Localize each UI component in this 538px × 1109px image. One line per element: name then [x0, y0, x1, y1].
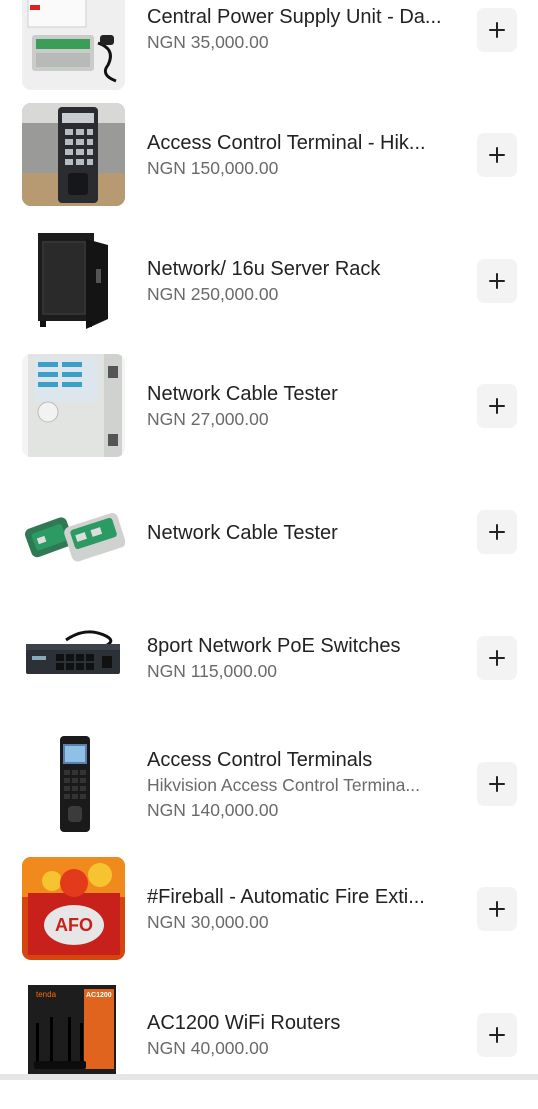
list-item[interactable]: AFO #Fireball - Automatic Fire Exti... N… — [0, 857, 538, 983]
product-title: Access Control Terminal - Hik... — [147, 132, 426, 154]
add-to-cart-button[interactable] — [477, 8, 517, 52]
plus-icon — [489, 776, 505, 792]
add-to-cart-button[interactable] — [477, 133, 517, 177]
fireball-brand: AFO — [55, 915, 93, 935]
power-supply-unit-image — [22, 0, 125, 90]
add-to-cart-button[interactable] — [477, 510, 517, 554]
product-title: Network Cable Tester — [147, 383, 338, 405]
wifi-router-image: tenda AC1200 — [22, 983, 125, 1086]
product-price: NGN 140,000.00 — [147, 800, 279, 820]
product-title: Network/ 16u Server Rack — [147, 258, 381, 280]
list-item[interactable]: Network Cable Tester NGN 27,000.00 — [0, 354, 538, 480]
product-title: #Fireball - Automatic Fire Exti... — [147, 886, 425, 908]
product-price: NGN 250,000.00 — [147, 284, 279, 304]
product-price: NGN 40,000.00 — [147, 1038, 269, 1058]
product-title: AC1200 WiFi Routers — [147, 1012, 341, 1034]
plus-icon — [489, 147, 505, 163]
product-price: NGN 30,000.00 — [147, 912, 269, 932]
router-brand: tenda — [36, 990, 57, 999]
product-title: Central Power Supply Unit - Da... — [147, 6, 442, 28]
product-price: NGN 115,000.00 — [147, 661, 278, 681]
add-to-cart-button[interactable] — [477, 887, 517, 931]
add-to-cart-button[interactable] — [477, 1013, 517, 1057]
product-price: NGN 27,000.00 — [147, 409, 269, 429]
product-title: Access Control Terminals — [147, 749, 373, 771]
product-price: NGN 150,000.00 — [147, 158, 279, 178]
product-title: Network Cable Tester — [147, 522, 338, 544]
cable-tester-image — [22, 354, 125, 457]
plus-icon — [489, 1027, 505, 1043]
add-to-cart-button[interactable] — [477, 762, 517, 806]
plus-icon — [489, 273, 505, 289]
list-item[interactable]: Access Control Terminals Hikvision Acces… — [0, 732, 538, 858]
add-to-cart-button[interactable] — [477, 259, 517, 303]
plus-icon — [489, 901, 505, 917]
product-list: Central Power Supply Unit - Da... NGN 35… — [0, 0, 538, 1086]
product-title: 8port Network PoE Switches — [147, 635, 401, 657]
list-item[interactable]: tenda AC1200 AC1200 WiFi Routers NGN 40,… — [0, 983, 538, 1109]
add-to-cart-button[interactable] — [477, 636, 517, 680]
poe-switch-image — [22, 606, 125, 709]
list-item[interactable]: 8port Network PoE Switches NGN 115,000.0… — [0, 606, 538, 732]
bottom-edge — [0, 1074, 538, 1080]
list-item[interactable]: Central Power Supply Unit - Da... NGN 35… — [0, 0, 538, 113]
list-item[interactable]: Access Control Terminal - Hik... NGN 150… — [0, 103, 538, 229]
add-to-cart-button[interactable] — [477, 384, 517, 428]
cable-tester-image — [22, 480, 125, 583]
router-model: AC1200 — [86, 992, 112, 999]
list-item[interactable]: Network/ 16u Server Rack NGN 250,000.00 — [0, 229, 538, 355]
product-description: Hikvision Access Control Termina... — [147, 775, 420, 795]
plus-icon — [489, 650, 505, 666]
access-control-terminal-image — [22, 103, 125, 206]
product-price: NGN 35,000.00 — [147, 32, 269, 52]
plus-icon — [489, 398, 505, 414]
fire-extinguisher-image: AFO — [22, 857, 125, 960]
list-item[interactable]: Network Cable Tester — [0, 480, 538, 606]
plus-icon — [489, 524, 505, 540]
plus-icon — [489, 22, 505, 38]
server-rack-image — [22, 229, 125, 332]
access-control-terminal-image — [22, 732, 125, 835]
